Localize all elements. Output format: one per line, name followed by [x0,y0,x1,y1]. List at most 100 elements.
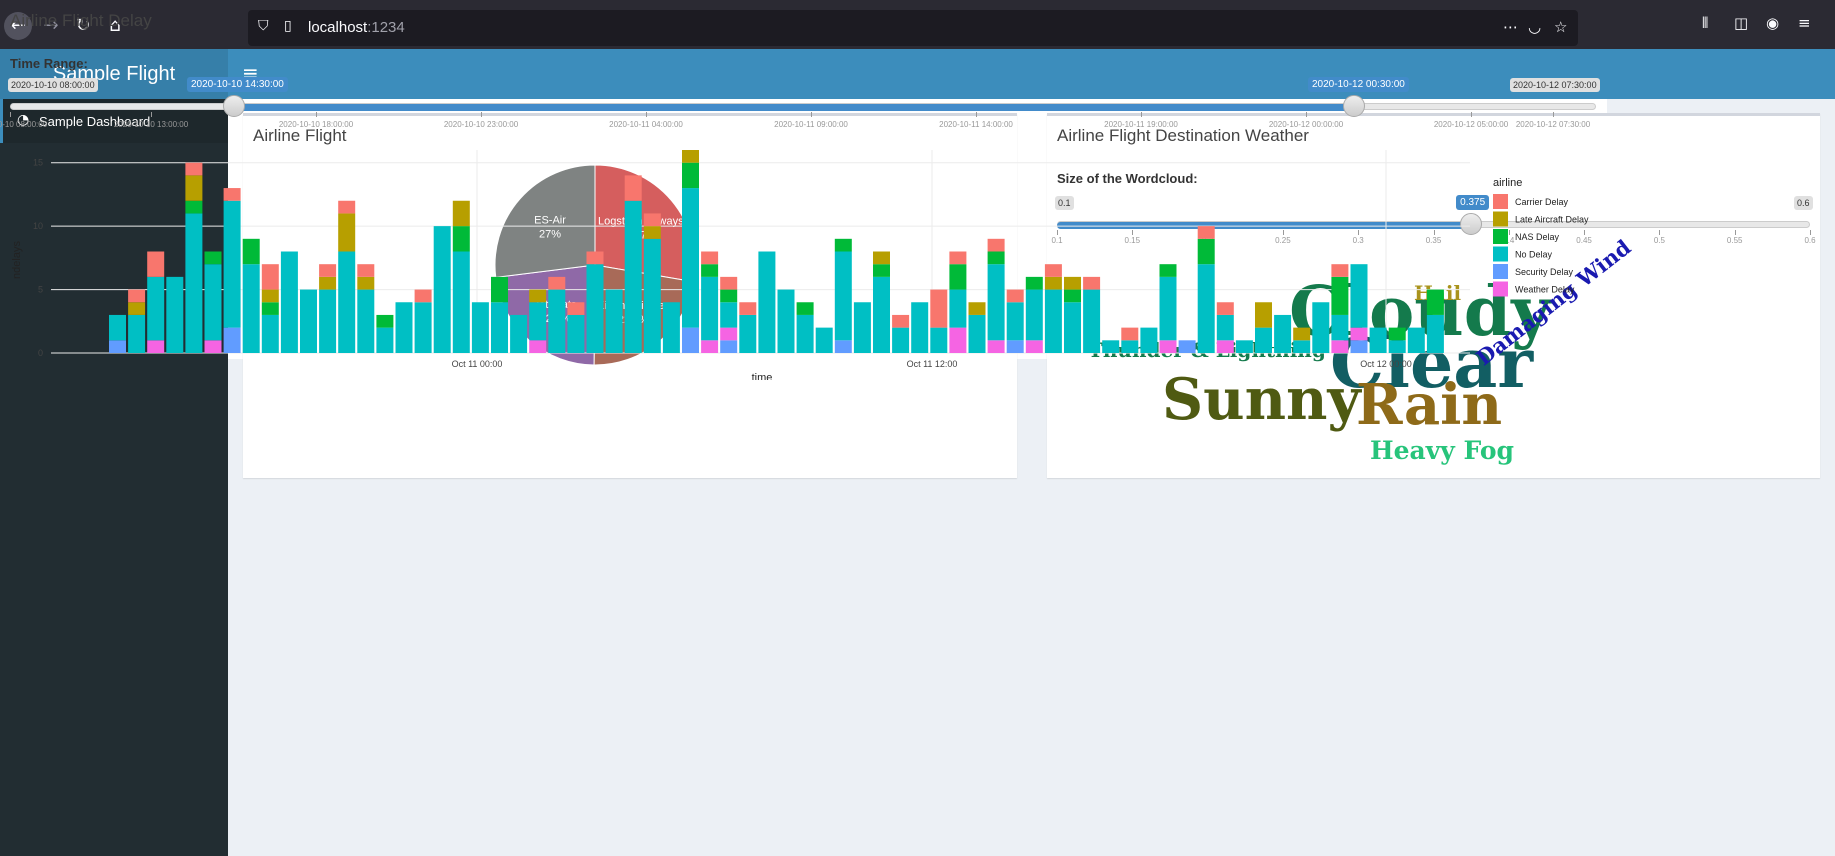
bar-segment[interactable] [1255,327,1272,353]
bar-segment[interactable] [834,340,852,353]
bar-segment[interactable] [930,327,948,353]
bar-segment[interactable] [491,302,508,353]
bar-segment[interactable] [1083,276,1101,290]
bar-segment[interactable] [758,251,776,354]
bar-segment[interactable] [1388,327,1406,341]
bar-segment[interactable] [147,340,165,353]
bar-segment[interactable] [1025,289,1043,341]
bar-segment[interactable] [586,251,604,265]
bar-segment[interactable] [682,150,699,163]
bar-segment[interactable] [930,289,948,328]
bar-segment[interactable] [720,289,738,303]
bar-segment[interactable] [873,264,890,277]
bar-segment[interactable] [338,251,356,354]
bar-segment[interactable] [834,238,852,252]
bar-segment[interactable] [968,302,986,315]
bar-segment[interactable] [605,289,623,353]
shield-icon[interactable]: ⛉ [258,18,269,34]
bar-segment[interactable] [1025,340,1043,353]
bar-segment[interactable] [1388,340,1406,353]
bar-segment[interactable] [147,276,165,341]
bar-segment[interactable] [720,327,738,341]
bar-segment[interactable] [357,276,375,290]
bar-segment[interactable] [548,276,566,290]
bar-segment[interactable] [949,289,967,328]
bar-segment[interactable] [701,276,719,341]
app-menu-icon[interactable]: ≡ [1798,14,1811,32]
bar-segment[interactable] [1025,276,1043,290]
bar-segment[interactable] [739,314,757,353]
url-bar[interactable]: ⛉ ▯ localhost:1234 ⋯ ◡ ☆ [248,10,1578,46]
bar-segment[interactable] [1216,302,1234,315]
bar-segment[interactable] [987,238,1005,252]
pocket-icon[interactable]: ◡ [1528,18,1541,36]
bar-segment[interactable] [567,302,585,315]
bar-segment[interactable] [1006,340,1024,353]
bar-segment[interactable] [128,302,146,315]
bar-segment[interactable] [319,289,337,353]
bar-segment[interactable] [1216,340,1234,353]
bar-segment[interactable] [720,276,738,290]
bar-segment[interactable] [1331,276,1349,315]
bar-segment[interactable] [395,302,413,353]
bar-segment[interactable] [128,289,146,303]
bar-segment[interactable] [1350,340,1368,353]
bar-segment[interactable] [433,226,451,353]
bar-segment[interactable] [1064,302,1081,353]
bar-segment[interactable] [987,264,1005,341]
bar-segment[interactable] [911,302,929,353]
bar-segment[interactable] [1159,264,1177,277]
bar-segment[interactable] [319,264,337,277]
time-slider-from-handle[interactable] [223,95,245,117]
bar-segment[interactable] [261,302,279,315]
bar-segment[interactable] [1426,314,1444,353]
bar-segment[interactable] [1102,340,1120,353]
bar-segment[interactable] [624,175,642,201]
bar-segment[interactable] [701,264,719,277]
bar-segment[interactable] [376,314,394,328]
bar-segment[interactable] [1159,340,1177,353]
bar-segment[interactable] [1293,340,1311,353]
bar-segment[interactable] [968,314,986,353]
bar-segment[interactable] [109,340,126,353]
bar-segment[interactable] [529,302,547,341]
bar-segment[interactable] [1044,289,1062,353]
bar-segment[interactable] [1006,302,1024,341]
bar-segment[interactable] [892,327,910,353]
bar-segment[interactable] [873,251,890,265]
bar-segment[interactable] [280,251,298,354]
bar-segment[interactable] [682,162,699,189]
bar-segment[interactable] [338,200,356,214]
sidebar-toggle-icon[interactable]: ◫ [1734,14,1748,32]
bar-segment[interactable] [682,327,699,353]
bar-segment[interactable] [1426,289,1444,315]
bar-segment[interactable] [949,251,967,265]
bar-segment[interactable] [300,289,317,353]
time-slider-to-handle[interactable] [1343,95,1365,117]
bar-segment[interactable] [1255,302,1272,328]
bar-segment[interactable] [166,276,184,353]
account-icon[interactable]: ◉ [1766,14,1779,32]
bar-segment[interactable] [185,175,203,201]
bar-segment[interactable] [261,314,279,353]
bar-segment[interactable] [1083,289,1101,353]
bar-segment[interactable] [204,264,222,341]
bar-segment[interactable] [662,302,680,353]
bar-segment[interactable] [1178,340,1196,353]
bar-segment[interactable] [834,251,852,341]
library-icon[interactable]: ⫴ [1702,14,1708,32]
bar-segment[interactable] [1064,276,1081,290]
bar-segment[interactable] [185,213,203,353]
bar-segment[interactable] [510,314,528,353]
bar-segment[interactable] [147,251,165,277]
bar-segment[interactable] [548,289,566,353]
bar-segment[interactable] [1006,289,1024,303]
bookmark-star-icon[interactable]: ☆ [1554,18,1567,36]
bar-segment[interactable] [1331,340,1349,353]
bar-segment[interactable] [1140,327,1158,353]
more-actions-icon[interactable]: ⋯ [1503,18,1518,36]
url-text[interactable]: localhost:1234 [308,19,405,36]
bar-segment[interactable] [414,302,432,353]
bar-segment[interactable] [624,200,642,353]
bar-segment[interactable] [128,314,146,353]
